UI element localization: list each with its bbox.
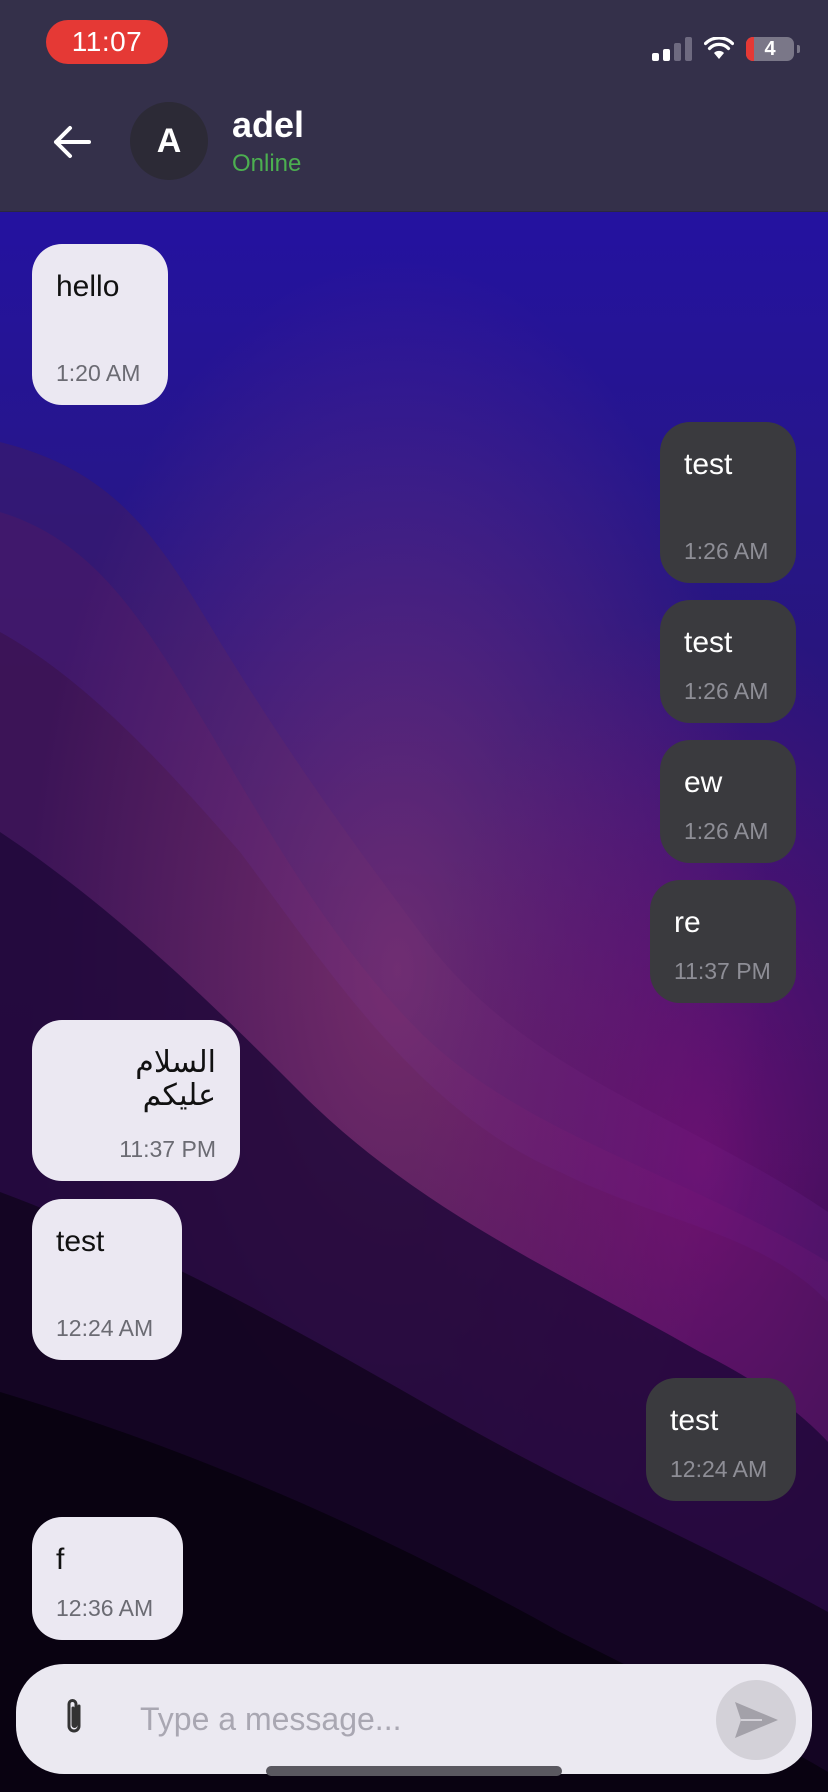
message-bubble-outgoing[interactable]: test 1:26 AM (660, 600, 796, 723)
message-bubble-incoming[interactable]: test 12:24 AM (32, 1199, 182, 1360)
message-time: 12:36 AM (56, 1595, 154, 1621)
message-text: ew (684, 766, 723, 799)
message-time: 12:24 AM (670, 1456, 768, 1482)
wifi-icon (704, 37, 734, 59)
message-text: test (684, 448, 733, 481)
battery-level: 4 (764, 37, 776, 60)
contact-avatar[interactable]: A (130, 102, 208, 180)
status-icons: 4 (652, 34, 800, 64)
send-button[interactable] (716, 1680, 796, 1760)
message-composer (16, 1664, 812, 1774)
message-text: test (684, 626, 733, 659)
message-time: 12:24 AM (56, 1315, 154, 1341)
contact-name[interactable]: adel (232, 104, 304, 146)
message-input[interactable] (140, 1688, 710, 1750)
message-bubble-incoming[interactable]: hello 1:20 AM (32, 244, 168, 405)
message-time: 11:37 PM (119, 1136, 216, 1162)
chat-header: 11:07 4 A adel Online (0, 0, 828, 212)
message-time: 1:26 AM (684, 818, 769, 844)
message-bubble-outgoing[interactable]: ew 1:26 AM (660, 740, 796, 863)
home-indicator[interactable] (266, 1766, 562, 1776)
message-bubble-incoming[interactable]: f 12:36 AM (32, 1517, 183, 1640)
message-text: test (56, 1225, 105, 1258)
message-text: test (670, 1404, 719, 1437)
message-text: f (56, 1543, 65, 1576)
send-icon (735, 1702, 778, 1738)
attach-button[interactable] (52, 1696, 96, 1740)
message-bubble-outgoing[interactable]: test 1:26 AM (660, 422, 796, 583)
battery-icon: 4 (746, 37, 800, 61)
paperclip-icon (67, 1699, 81, 1733)
message-time: 1:26 AM (684, 678, 769, 704)
contact-status: Online (232, 150, 302, 177)
back-button[interactable] (48, 118, 96, 166)
message-time: 1:20 AM (56, 360, 141, 386)
message-text: السلام عليكم (135, 1046, 216, 1112)
message-time: 11:37 PM (674, 958, 771, 984)
message-text: re (674, 906, 701, 939)
arrow-left-icon (54, 126, 91, 158)
message-bubble-outgoing[interactable]: test 12:24 AM (646, 1378, 796, 1501)
message-bubble-outgoing[interactable]: re 11:37 PM (650, 880, 796, 1003)
status-time: 11:07 (46, 20, 168, 64)
message-time: 1:26 AM (684, 538, 769, 564)
message-bubble-incoming[interactable]: السلام عليكم 11:37 PM (32, 1020, 240, 1181)
message-text: hello (56, 270, 120, 303)
cellular-signal-icon (652, 37, 692, 61)
